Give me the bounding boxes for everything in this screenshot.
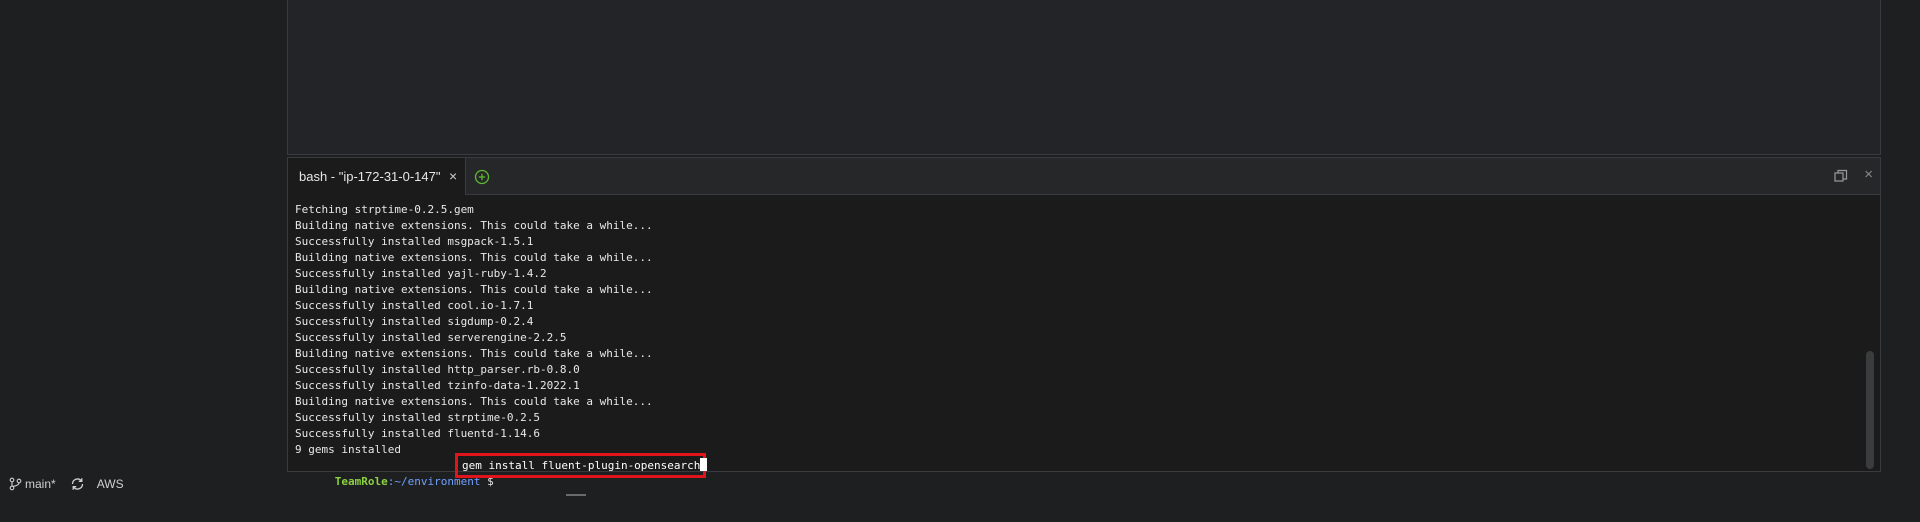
terminal-tab[interactable]: bash - "ip-172-31-0-147" × [288,158,466,195]
terminal-output-line: Building native extensions. This could t… [295,283,653,296]
terminal-output-line: Successfully installed serverengine-2.2.… [295,331,567,344]
terminal-output-line: Successfully installed sigdump-0.2.4 [295,315,534,328]
terminal-output-line: Fetching strptime-0.2.5.gem [295,203,474,216]
terminal-tab-bar: bash - "ip-172-31-0-147" × × [288,158,1880,195]
terminal-output-line: Successfully installed fluentd-1.14.6 [295,427,541,440]
terminal-scrollbar[interactable] [1866,351,1874,469]
terminal-output-line: Successfully installed strptime-0.2.5 [295,411,541,424]
sync-icon [71,478,83,490]
close-tab-icon[interactable]: × [449,168,457,184]
aws-item[interactable]: AWS [97,477,124,491]
editor-area[interactable] [287,0,1881,155]
aws-label: AWS [96,477,124,491]
terminal-output-line: Successfully installed yajl-ruby-1.4.2 [295,267,547,280]
terminal-output-line: Building native extensions. This could t… [295,219,653,232]
terminal-output-line: Building native extensions. This could t… [295,251,653,264]
status-bar: main* AWS [0,472,1920,496]
git-branch-item[interactable]: main* [9,477,56,491]
text-cursor [700,458,708,471]
restore-panel-icon[interactable] [1834,169,1848,183]
terminal-panel[interactable]: bash - "ip-172-31-0-147" × × Fetching st… [287,157,1881,488]
terminal-output-line: Building native extensions. This could t… [295,395,653,408]
terminal-output-line: Successfully installed cool.io-1.7.1 [295,299,534,312]
terminal-output-line: Successfully installed http_parser.rb-0.… [295,363,580,376]
git-branch-label: main* [25,477,56,491]
terminal-output-line: Successfully installed msgpack-1.5.1 [295,235,534,248]
add-terminal-icon[interactable] [474,169,490,185]
terminal-output-line: Successfully installed tzinfo-data-1.202… [295,379,580,392]
close-panel-icon[interactable]: × [1864,167,1873,183]
terminal-output[interactable]: Fetching strptime-0.2.5.gem Building nati… [295,202,1860,488]
terminal-tab-label: bash - "ip-172-31-0-147" [299,169,441,184]
git-branch-icon [9,477,22,491]
command-text: gem install fluent-plugin-opensearch [462,459,701,472]
terminal-output-line: Building native extensions. This could t… [295,347,653,360]
sync-item[interactable] [70,477,85,491]
